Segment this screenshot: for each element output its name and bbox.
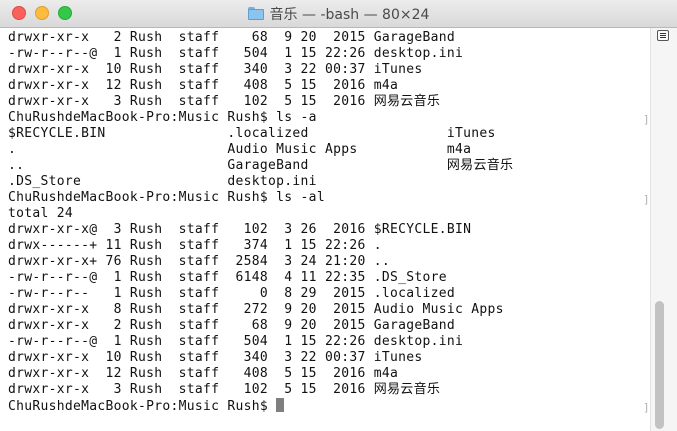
output-line: drwxr-xr-x 8 Rush staff 272 9 20 2015 Au… [8, 302, 504, 317]
prompt-line: ChuRushdeMacBook-Pro:Music Rush$ ls -al [8, 190, 325, 205]
scroll-thumb[interactable] [655, 301, 664, 429]
scroll-track[interactable] [655, 46, 664, 429]
output-line: -rw-r--r-- 1 Rush staff 0 8 29 2015 .loc… [8, 286, 455, 301]
output-line: drwxr-xr-x 3 Rush staff 102 5 15 2016 网易… [8, 382, 441, 397]
output-line: drwxr-xr-x 12 Rush staff 408 5 15 2016 m… [8, 366, 399, 381]
output-line: drwxr-xr-x 10 Rush staff 340 3 22 00:37 … [8, 62, 423, 77]
output-line: drwxr-xr-x 2 Rush staff 68 9 20 2015 Gar… [8, 318, 455, 333]
terminal-window: 音乐 — -bash — 80×24 drwxr-xr-x 2 Rush sta… [0, 0, 677, 431]
title-group: 音乐 — -bash — 80×24 [0, 0, 677, 27]
output-line: -rw-r--r--@ 1 Rush staff 504 1 15 22:26 … [8, 46, 464, 61]
output-line: drwxr-xr-x+ 76 Rush staff 2584 3 24 21:2… [8, 254, 390, 269]
output-line: .. GarageBand 网易云音乐 [8, 158, 514, 173]
block-cursor [276, 398, 285, 412]
mark-bracket: ] [643, 401, 650, 414]
output-line: drwxr-xr-x 2 Rush staff 68 9 20 2015 Gar… [8, 30, 455, 45]
current-prompt: ChuRushdeMacBook-Pro:Music Rush$ [8, 399, 277, 414]
title-bar[interactable]: 音乐 — -bash — 80×24 [0, 0, 677, 28]
output-line: -rw-r--r--@ 1 Rush staff 504 1 15 22:26 … [8, 334, 464, 349]
mark-bracket: ] [643, 193, 650, 206]
output-line: drwxr-xr-x@ 3 Rush staff 102 3 26 2016 $… [8, 222, 472, 237]
window-title: 音乐 — -bash — 80×24 [269, 6, 430, 23]
vertical-scrollbar[interactable] [650, 28, 677, 431]
output-line: . Audio Music Apps m4a [8, 142, 472, 157]
output-line: drwxr-xr-x 10 Rush staff 340 3 22 00:37 … [8, 350, 423, 365]
list-menu-icon[interactable] [657, 30, 669, 41]
mark-bracket: ] [643, 113, 650, 126]
current-prompt-line[interactable]: ChuRushdeMacBook-Pro:Music Rush$ [8, 398, 513, 414]
output-line: -rw-r--r--@ 1 Rush staff 6148 4 11 22:35… [8, 270, 447, 285]
output-line: drwxr-xr-x 12 Rush staff 408 5 15 2016 m… [8, 78, 399, 93]
terminal-content[interactable]: drwxr-xr-x 2 Rush staff 68 9 20 2015 Gar… [0, 28, 650, 431]
prompt-line: ChuRushdeMacBook-Pro:Music Rush$ ls -a [8, 110, 317, 125]
terminal-output: drwxr-xr-x 2 Rush staff 68 9 20 2015 Gar… [8, 30, 513, 414]
output-line: drwxr-xr-x 3 Rush staff 102 5 15 2016 网易… [8, 94, 441, 109]
output-line: $RECYCLE.BIN .localized iTunes [8, 126, 496, 141]
folder-icon [247, 7, 264, 20]
output-line: total 24 [8, 206, 74, 221]
output-line: drwx------+ 11 Rush staff 374 1 15 22:26… [8, 238, 382, 253]
output-line: .DS_Store desktop.ini [8, 174, 317, 189]
